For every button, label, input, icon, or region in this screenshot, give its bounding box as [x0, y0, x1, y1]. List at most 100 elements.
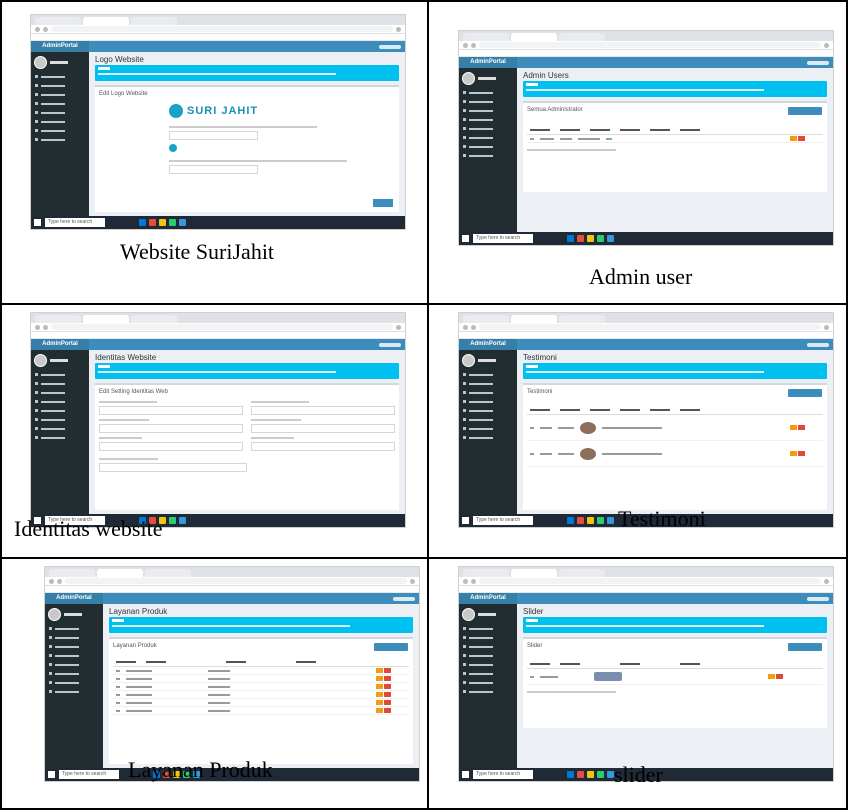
browser-tab[interactable]	[49, 569, 95, 577]
address-bar[interactable]	[45, 577, 419, 586]
sidebar-item[interactable]	[31, 388, 89, 397]
sidebar-item[interactable]	[459, 370, 517, 379]
windows-start-icon[interactable]	[48, 771, 55, 778]
file-input[interactable]	[169, 165, 258, 174]
taskbar-app-icon[interactable]	[159, 219, 166, 226]
submit-button[interactable]	[373, 199, 393, 207]
sidebar-item[interactable]	[31, 72, 89, 81]
sidebar-item[interactable]	[45, 651, 103, 660]
add-slider-button[interactable]	[788, 643, 822, 651]
taskbar-app-icon[interactable]	[587, 235, 594, 242]
sidebar-item[interactable]	[31, 433, 89, 442]
windows-start-icon[interactable]	[462, 771, 469, 778]
admin-menu[interactable]	[379, 342, 401, 347]
form-field[interactable]	[99, 463, 247, 472]
address-bar[interactable]	[31, 323, 405, 332]
sidebar-item[interactable]	[459, 106, 517, 115]
admin-menu[interactable]	[807, 596, 829, 601]
windows-start-icon[interactable]	[462, 517, 469, 524]
sidebar-item[interactable]	[459, 115, 517, 124]
sidebar-item[interactable]	[459, 97, 517, 106]
sidebar-item[interactable]	[459, 379, 517, 388]
sidebar-item[interactable]	[459, 624, 517, 633]
taskbar-app-icon[interactable]	[567, 235, 574, 242]
sidebar-item[interactable]	[459, 633, 517, 642]
sidebar-item[interactable]	[459, 133, 517, 142]
windows-start-icon[interactable]	[34, 219, 41, 226]
address-bar[interactable]	[31, 25, 405, 34]
browser-tab[interactable]	[511, 315, 557, 323]
taskbar-search[interactable]: Type here to search	[473, 516, 533, 525]
sidebar-item[interactable]	[459, 124, 517, 133]
taskbar-search[interactable]: Type here to search	[45, 218, 105, 227]
taskbar-app-icon[interactable]	[577, 517, 584, 524]
browser-tab[interactable]	[131, 315, 177, 323]
taskbar-app-icon[interactable]	[587, 771, 594, 778]
taskbar-app-icon[interactable]	[577, 771, 584, 778]
browser-tab[interactable]	[463, 569, 509, 577]
taskbar-app-icon[interactable]	[607, 771, 614, 778]
browser-tab[interactable]	[463, 33, 509, 41]
sidebar-item[interactable]	[31, 397, 89, 406]
taskbar-app-icon[interactable]	[179, 517, 186, 524]
sidebar-item[interactable]	[459, 660, 517, 669]
browser-tab[interactable]	[463, 315, 509, 323]
sidebar-item[interactable]	[31, 117, 89, 126]
taskbar-search[interactable]: Type here to search	[473, 770, 533, 779]
sidebar-item[interactable]	[45, 687, 103, 696]
sidebar-item[interactable]	[31, 90, 89, 99]
browser-tab[interactable]	[559, 33, 605, 41]
browser-tab[interactable]	[511, 569, 557, 577]
address-bar[interactable]	[459, 41, 833, 50]
form-field[interactable]	[99, 424, 243, 433]
taskbar-app-icon[interactable]	[597, 771, 604, 778]
sidebar-item[interactable]	[459, 88, 517, 97]
admin-menu[interactable]	[379, 44, 401, 49]
browser-tab[interactable]	[131, 17, 177, 25]
sidebar-item[interactable]	[459, 651, 517, 660]
sidebar-item[interactable]	[45, 678, 103, 687]
taskbar-search[interactable]: Type here to search	[473, 234, 533, 243]
sidebar-item[interactable]	[31, 415, 89, 424]
sidebar-item[interactable]	[31, 424, 89, 433]
browser-tab[interactable]	[559, 315, 605, 323]
form-field[interactable]	[99, 442, 243, 451]
add-admin-button[interactable]	[788, 107, 822, 115]
sidebar-item[interactable]	[31, 406, 89, 415]
admin-menu[interactable]	[393, 596, 415, 601]
sidebar-item[interactable]	[31, 135, 89, 144]
sidebar-item[interactable]	[459, 397, 517, 406]
sidebar-item[interactable]	[459, 669, 517, 678]
taskbar-app-icon[interactable]	[567, 771, 574, 778]
taskbar-app-icon[interactable]	[139, 219, 146, 226]
sidebar-item[interactable]	[459, 388, 517, 397]
taskbar-app-icon[interactable]	[597, 517, 604, 524]
sidebar-item[interactable]	[31, 370, 89, 379]
sidebar-item[interactable]	[45, 660, 103, 669]
taskbar-app-icon[interactable]	[179, 219, 186, 226]
sidebar-item[interactable]	[459, 642, 517, 651]
admin-menu[interactable]	[807, 60, 829, 65]
taskbar-app-icon[interactable]	[577, 235, 584, 242]
taskbar-app-icon[interactable]	[607, 517, 614, 524]
sidebar-item[interactable]	[459, 151, 517, 160]
form-field[interactable]	[251, 406, 395, 415]
browser-tab[interactable]	[97, 569, 143, 577]
sidebar-item[interactable]	[459, 424, 517, 433]
add-layanan-button[interactable]	[374, 643, 408, 651]
form-field[interactable]	[251, 442, 395, 451]
browser-tab[interactable]	[83, 315, 129, 323]
taskbar-app-icon[interactable]	[169, 219, 176, 226]
sidebar-item[interactable]	[459, 406, 517, 415]
sidebar-item[interactable]	[45, 633, 103, 642]
browser-tab[interactable]	[145, 569, 191, 577]
taskbar-app-icon[interactable]	[607, 235, 614, 242]
taskbar-app-icon[interactable]	[587, 517, 594, 524]
sidebar-item[interactable]	[31, 81, 89, 90]
taskbar-app-icon[interactable]	[169, 517, 176, 524]
taskbar-search[interactable]: Type here to search	[59, 770, 119, 779]
sidebar-item[interactable]	[31, 126, 89, 135]
taskbar-app-icon[interactable]	[597, 235, 604, 242]
add-testimoni-button[interactable]	[788, 389, 822, 397]
sidebar-item[interactable]	[31, 379, 89, 388]
